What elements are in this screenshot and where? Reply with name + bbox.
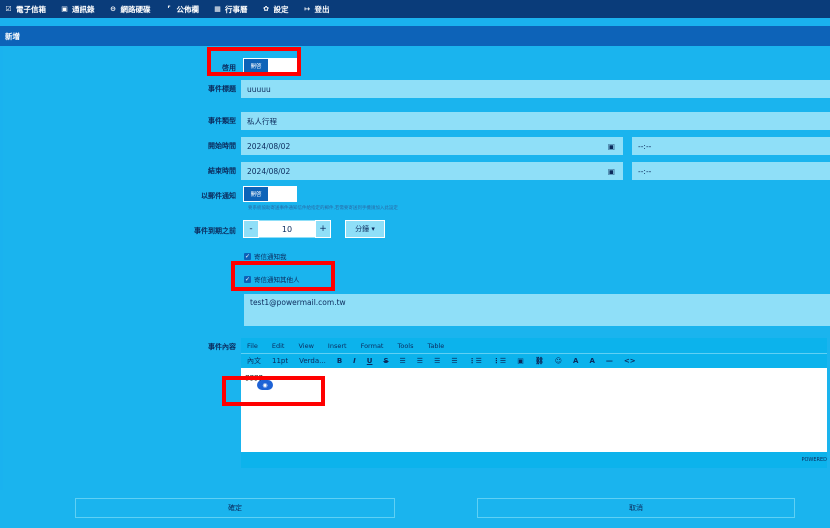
nav-calendar[interactable]: ▦ 行事曆 [213, 4, 248, 15]
end-label: 結束時間 [208, 167, 236, 175]
page-title: 新增 [5, 31, 20, 41]
nav-logout-label: 登出 [314, 4, 330, 14]
calendar-picker-icon[interactable]: ▣ [608, 142, 615, 151]
menu-edit[interactable]: Edit [272, 342, 285, 350]
nav-settings[interactable]: ✿ 設定 [262, 4, 289, 15]
recipients-textarea[interactable]: test1@powermail.com.tw [244, 294, 830, 326]
nav-bulletin[interactable]: ⌜ 公佈欄 [165, 4, 200, 15]
menu-table[interactable]: Table [428, 342, 445, 350]
editor-powered-by: POWERED [801, 457, 827, 463]
top-navigation: ☑ 電子信箱 ▣ 通訊錄 ⊖ 網路硬碟 ⌜ 公佈欄 ▦ 行事曆 ✿ 設定 ↦ 登出 [0, 0, 830, 18]
start-date-input[interactable]: 2024/08/02 ▣ [241, 137, 623, 155]
link-icon[interactable]: ⛓ [535, 357, 544, 365]
align-right-icon[interactable]: ☰ [434, 357, 440, 365]
mail-icon: ☑ [5, 5, 12, 13]
contacts-icon: ▣ [61, 5, 68, 13]
nav-settings-label: 設定 [273, 4, 289, 14]
nav-drive-label: 網路硬碟 [120, 4, 151, 14]
email-notify-hint: 要系統協助寄送事件通知信件給指定的郵件,若需要寄送到手機請加入此設定 [248, 206, 398, 211]
underline-icon[interactable]: U [367, 357, 373, 365]
editor-menubar: File Edit View Insert Format Tools Table [241, 338, 827, 353]
nav-contacts-label: 通訊錄 [72, 4, 95, 14]
logout-icon: ↦ [304, 5, 310, 13]
horizontal-rule-icon[interactable]: — [606, 357, 613, 365]
gear-icon: ✿ [263, 5, 269, 13]
calendar-icon: ▦ [214, 5, 221, 13]
nav-mail[interactable]: ☑ 電子信箱 [4, 4, 46, 15]
block-format-select[interactable]: 內文 [247, 356, 261, 366]
action-bar: 確定 取消 [0, 490, 830, 528]
notify-me-label: 寄信通知我 [254, 253, 287, 261]
menu-view[interactable]: View [298, 342, 313, 350]
highlight-box-notify-others [231, 261, 335, 291]
start-time-input[interactable]: --:-- [632, 137, 830, 155]
title-label: 事件標題 [208, 85, 236, 93]
email-notify-toggle[interactable]: 開啓 [243, 186, 297, 202]
strikethrough-icon[interactable]: S [383, 357, 388, 365]
title-input[interactable]: uuuuu [241, 80, 830, 98]
type-label: 事件類型 [208, 117, 236, 125]
menu-format[interactable]: Format [361, 342, 384, 350]
menu-insert[interactable]: Insert [328, 342, 347, 350]
font-size-select[interactable]: 11pt [272, 357, 288, 365]
editor-statusbar: POWERED [241, 452, 827, 468]
email-notify-label: 以郵件通知 [201, 192, 236, 200]
italic-icon[interactable]: I [353, 357, 356, 365]
increment-button[interactable]: + [315, 220, 331, 238]
end-time-input[interactable]: --:-- [632, 162, 830, 180]
nav-bulletin-label: 公佈欄 [176, 4, 200, 14]
bullet-list-icon[interactable]: ⋮☰ [493, 357, 506, 365]
content-label: 事件內容 [208, 343, 236, 351]
bold-icon[interactable]: B [337, 357, 342, 365]
font-family-select[interactable]: Verda... [299, 357, 326, 365]
nav-mail-label: 電子信箱 [16, 4, 46, 14]
highlight-box-editor-content [222, 376, 325, 406]
notify-me-checkbox[interactable]: ✓ 寄信通知我 [244, 251, 287, 261]
end-date-value: 2024/08/02 [247, 166, 291, 176]
source-code-icon[interactable]: <> [624, 357, 636, 365]
nav-drive[interactable]: ⊖ 網路硬碟 [109, 4, 151, 15]
type-select[interactable]: 私人行程 [241, 112, 830, 130]
unit-select[interactable]: 分鐘 ▾ [345, 220, 385, 238]
email-notify-toggle-on: 開啓 [244, 187, 268, 201]
before-value-input[interactable]: 10 [259, 220, 315, 238]
start-date-value: 2024/08/02 [247, 141, 291, 151]
nav-calendar-label: 行事曆 [225, 4, 248, 14]
highlight-box-enable [207, 47, 301, 76]
align-justify-icon[interactable]: ☰ [451, 357, 457, 365]
emoji-icon[interactable]: ☺ [555, 357, 562, 365]
editor-content-area[interactable]: gggg ◉ [241, 368, 827, 452]
image-icon[interactable]: ▣ [517, 357, 524, 365]
checkbox-checked-icon: ✓ [244, 252, 251, 260]
decrement-button[interactable]: - [243, 220, 259, 238]
rich-text-editor: File Edit View Insert Format Tools Table… [241, 338, 827, 468]
before-label: 事件到期之前 [194, 227, 236, 235]
start-label: 開始時間 [208, 142, 236, 150]
align-center-icon[interactable]: ☰ [417, 357, 423, 365]
menu-tools[interactable]: Tools [397, 342, 413, 350]
bulletin-icon: ⌜ [167, 5, 171, 13]
email-notify-toggle-knob [268, 187, 296, 201]
menu-file[interactable]: File [247, 342, 258, 350]
numbered-list-icon[interactable]: ⋮☰ [469, 357, 482, 365]
highlight-color-icon[interactable]: A [589, 357, 594, 365]
cancel-button[interactable]: 取消 [477, 498, 795, 518]
text-color-icon[interactable]: A [573, 357, 578, 365]
editor-toolbar: 內文 11pt Verda... B I U S ☰ ☰ ☰ ☰ ⋮☰ ⋮☰ ▣… [241, 353, 827, 368]
drive-icon: ⊖ [110, 5, 116, 13]
confirm-button[interactable]: 確定 [75, 498, 395, 518]
nav-contacts[interactable]: ▣ 通訊錄 [60, 4, 95, 15]
page-title-bar: 新增 [0, 26, 830, 46]
align-left-icon[interactable]: ☰ [400, 357, 406, 365]
end-date-input[interactable]: 2024/08/02 ▣ [241, 162, 623, 180]
calendar-picker-icon[interactable]: ▣ [608, 167, 615, 176]
nav-logout[interactable]: ↦ 登出 [303, 4, 330, 15]
